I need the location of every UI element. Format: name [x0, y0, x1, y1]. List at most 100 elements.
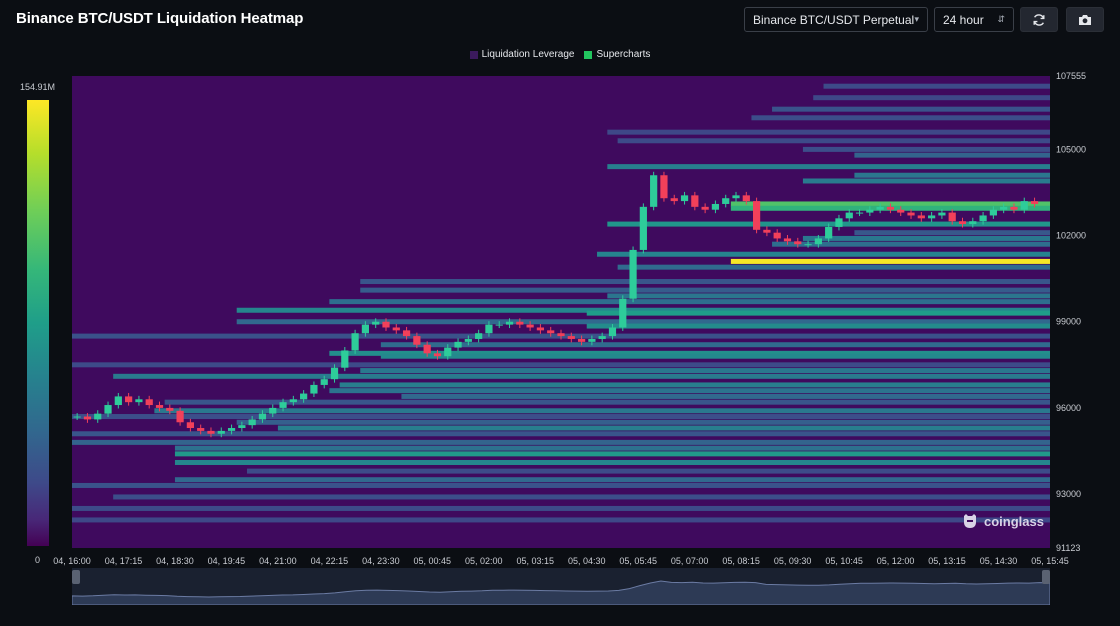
- candle-body: [197, 428, 205, 431]
- candle-body: [516, 321, 524, 325]
- candle-body: [928, 215, 936, 219]
- liquidation-band: [72, 414, 1050, 420]
- candle-body: [145, 399, 153, 406]
- x-tick-label: 04, 16:00: [53, 556, 91, 566]
- candle-body: [814, 238, 822, 245]
- candle-body: [361, 324, 370, 334]
- candle-body: [83, 416, 92, 420]
- candle-body: [752, 201, 761, 230]
- x-tick-label: 05, 10:45: [825, 556, 863, 566]
- liquidation-band: [164, 399, 1050, 405]
- liquidation-band: [586, 310, 1050, 316]
- candle-body: [650, 175, 658, 207]
- candle-body: [897, 209, 905, 213]
- liquidation-band: [174, 445, 1050, 451]
- x-tick-label: 04, 17:15: [105, 556, 143, 566]
- candle-body: [948, 212, 956, 222]
- x-tick-label: 05, 13:15: [928, 556, 966, 566]
- candle-body: [773, 232, 781, 239]
- candle-body: [207, 430, 215, 434]
- candle-body: [639, 206, 647, 250]
- candle-body: [310, 384, 318, 394]
- liquidation-heatmap-chart[interactable]: 107555 105000 102000 99000 96000 93000 91123 04…: [0, 0, 1120, 568]
- candle-body: [433, 353, 442, 357]
- candle-body: [608, 327, 617, 337]
- liquidation-band: [854, 230, 1050, 236]
- candle-body: [330, 367, 339, 380]
- candle-body: [598, 336, 606, 339]
- x-tick-label: 05, 15:45: [1031, 556, 1069, 566]
- candle-body: [1030, 201, 1039, 204]
- liquidation-band: [772, 106, 1050, 112]
- liquidation-band: [329, 388, 1050, 394]
- candle-body: [866, 209, 874, 213]
- candle-body: [73, 416, 81, 418]
- candle-body: [258, 413, 267, 420]
- candle-body: [135, 399, 143, 403]
- candle-body: [300, 393, 308, 400]
- candle-body: [186, 422, 194, 429]
- candle-body: [680, 195, 689, 202]
- liquidation-band: [802, 146, 1050, 152]
- y-tick-label: 96000: [1056, 403, 1081, 413]
- candle-body: [855, 212, 864, 214]
- coinglass-watermark: coinglass: [961, 512, 1044, 530]
- x-tick-label: 04, 21:00: [259, 556, 297, 566]
- candle-body: [958, 221, 967, 225]
- candle-body: [969, 221, 977, 225]
- liquidation-band: [802, 235, 1050, 241]
- candle-body: [886, 206, 895, 210]
- candle-body: [320, 379, 328, 385]
- candle-body: [629, 249, 637, 299]
- candle-body: [619, 298, 627, 328]
- candle-body: [711, 203, 720, 210]
- candle-body: [495, 324, 503, 326]
- candle-body: [155, 405, 164, 408]
- candle-body: [722, 198, 730, 204]
- x-tick-label: 04, 22:15: [311, 556, 349, 566]
- x-tick-label: 04, 18:30: [156, 556, 194, 566]
- candle-body: [238, 425, 246, 429]
- candle-body: [876, 206, 884, 210]
- candle-body: [125, 396, 133, 403]
- liquidation-band: [607, 164, 1050, 170]
- time-navigator[interactable]: [71, 568, 1051, 606]
- liquidation-band: [813, 95, 1050, 101]
- candle-body: [402, 330, 411, 337]
- liquidation-band: [72, 505, 1050, 511]
- candle-body: [382, 321, 390, 328]
- y-tick-label: 102000: [1056, 231, 1086, 241]
- liquidation-band: [607, 129, 1050, 135]
- candle-body: [917, 215, 925, 219]
- candle-body: [536, 327, 545, 331]
- y-tick-label: 107555: [1056, 71, 1086, 81]
- candle-body: [825, 226, 833, 239]
- liquidation-band: [329, 299, 1050, 305]
- coinglass-logo-icon: [964, 514, 976, 528]
- candle-body: [567, 336, 575, 339]
- candle-body: [691, 195, 699, 207]
- liquidation-band: [380, 342, 1050, 348]
- liquidation-band: [617, 138, 1050, 144]
- navigator-left-handle[interactable]: [72, 570, 80, 584]
- liquidation-band: [113, 494, 1050, 500]
- liquidation-band: [823, 83, 1050, 89]
- x-tick-label: 05, 04:30: [568, 556, 606, 566]
- candle-body: [269, 407, 277, 414]
- candle-body: [763, 229, 771, 233]
- candle-body: [351, 333, 359, 351]
- liquidation-band: [380, 353, 1050, 359]
- y-tick-label: 105000: [1056, 144, 1086, 154]
- candle-body: [577, 338, 586, 342]
- watermark-text: coinglass: [984, 513, 1044, 529]
- candle-body: [372, 321, 380, 325]
- liquidation-band: [854, 172, 1050, 178]
- liquidation-band: [174, 459, 1050, 465]
- candle-body: [464, 338, 472, 342]
- candle-body: [217, 430, 225, 434]
- navigator-overview: [71, 570, 1051, 606]
- liquidation-band: [751, 115, 1050, 121]
- navigator-right-handle[interactable]: [1042, 570, 1050, 584]
- candle-body: [444, 347, 452, 357]
- candle-body: [1010, 206, 1018, 210]
